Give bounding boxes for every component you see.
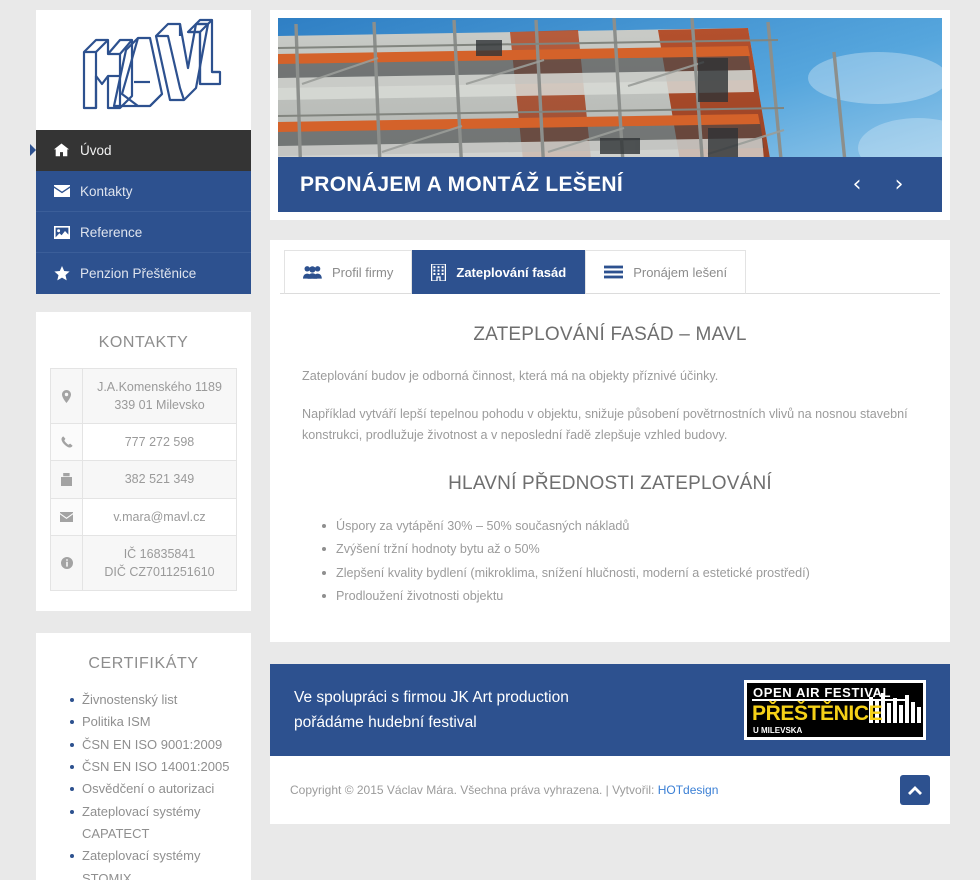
site-footer: Copyright © 2015 Václav Mára. Všechna pr… (270, 756, 950, 825)
festival-line-1: Ve spolupráci s firmou JK Art production (294, 689, 569, 707)
main-content: PRONÁJEM A MONTÁŽ LEŠENÍ ‹ › Profil firm… (270, 10, 950, 880)
users-icon (303, 265, 322, 279)
tab-label: Profil firmy (332, 264, 394, 280)
certificates-panel: CERTIFIKÁTY Živnostenský list Politika I… (36, 632, 251, 880)
sidebar-item-uvod[interactable]: Úvod (36, 130, 251, 171)
table-row: J.A.Komenského 1189 339 01 Milevsko (50, 367, 237, 425)
copyright-label: Copyright © 2015 Václav Mára. Všechna pr… (290, 783, 658, 798)
sidebar-item-reference[interactable]: Reference (36, 212, 251, 253)
hero-next-button[interactable]: › (878, 173, 920, 196)
certificates-list: Živnostenský list Politika ISM ČSN EN IS… (50, 689, 237, 880)
table-row: IČ 16835841 DIČ CZ7011251610 (50, 534, 237, 591)
contact-line-2: DIČ CZ7011251610 (104, 564, 215, 579)
star-icon (54, 266, 80, 281)
list-item: Osvědčení o autorizaci (70, 778, 237, 800)
hero-prev-button[interactable]: ‹ (836, 173, 878, 196)
table-row: 382 521 349 (50, 460, 237, 499)
copyright-text: Copyright © 2015 Václav Mára. Všechna pr… (290, 783, 900, 797)
tab-label: Zateplování fasád (456, 265, 567, 280)
content-paragraph-2: Například vytváří lepší tepelnou pohodu … (302, 406, 908, 443)
chevron-up-icon (908, 785, 922, 795)
site-logo[interactable] (36, 10, 251, 130)
festival-banner: Ve spolupráci s firmou JK Art production… (270, 664, 950, 757)
list-item: Zateplovací systémy CAPATECT (70, 801, 237, 846)
bars-icon (604, 265, 624, 279)
envelope-icon (50, 497, 83, 536)
content-heading-1: ZATEPLOVÁNÍ FASÁD – MAVL (473, 324, 747, 345)
content-heading-2: HLAVNÍ PŘEDNOSTI ZATEPLOVÁNÍ (448, 472, 772, 494)
contact-value: 777 272 598 (82, 423, 237, 462)
festival-logo-main: PŘEŠTĚNICE (752, 701, 883, 725)
contact-value: IČ 16835841 DIČ CZ7011251610 (82, 534, 237, 591)
list-item: Prodloužení životnosti objektu (322, 585, 918, 608)
tab-zateplovani-fasad[interactable]: Zateplování fasád (412, 250, 586, 294)
sidebar-item-penzion-prestenice[interactable]: Penzion Přeštěnice (36, 253, 251, 294)
sidebar-item-label: Reference (80, 224, 143, 240)
sidebar-nav: Úvod Kontakty Reference Penzion Přeštěni… (36, 130, 251, 294)
tab-pronajem-leseni[interactable]: Pronájem lešení (585, 250, 747, 294)
list-item: Zlepšení kvality bydlení (mikroklima, sn… (322, 562, 918, 585)
envelope-icon (54, 185, 80, 197)
contact-value: 382 521 349 (82, 460, 237, 499)
building-icon (431, 264, 447, 281)
tabs-card: Profil firmy Zateplování fasád Pronájem … (270, 240, 950, 643)
image-icon (54, 225, 80, 239)
list-item: ČSN EN ISO 9001:2009 (70, 734, 237, 756)
open-air-festival-prestenice-logo-icon: OPEN AIR FESTIVAL PŘEŠTĚNICE U MILEVSKA (747, 683, 923, 738)
author-link[interactable]: HOTdesign (658, 783, 719, 797)
festival-logo-top: OPEN AIR FESTIVAL (753, 685, 891, 700)
certificates-title: CERTIFIKÁTY (88, 654, 199, 672)
hero-title: PRONÁJEM A MONTÁŽ LEŠENÍ (300, 172, 623, 196)
festival-logo[interactable]: OPEN AIR FESTIVAL PŘEŠTĚNICE U MILEVSKA (744, 680, 926, 741)
contacts-panel: KONTAKTY J.A.Komenského 1189 339 01 Mile… (36, 312, 251, 611)
festival-text: Ve spolupráci s firmou JK Art production… (294, 685, 744, 735)
home-icon (54, 143, 80, 157)
list-item: Zvýšení tržní hodnoty bytu až o 50% (322, 538, 918, 561)
sidebar-item-kontakty[interactable]: Kontakty (36, 171, 251, 212)
tab-label: Pronájem lešení (633, 264, 728, 280)
sidebar-item-label: Úvod (80, 142, 112, 158)
sidebar-item-label: Kontakty (80, 183, 133, 199)
tab-profil-firmy[interactable]: Profil firmy (284, 250, 413, 294)
table-row: 777 272 598 (50, 423, 237, 462)
contact-value: v.mara@mavl.cz (82, 497, 237, 536)
contact-value: J.A.Komenského 1189 339 01 Milevsko (82, 367, 237, 425)
list-item: Úspory za vytápění 30% – 50% současných … (322, 515, 918, 538)
tab-list: Profil firmy Zateplování fasád Pronájem … (280, 250, 940, 294)
sidebar-item-label: Penzion Přeštěnice (80, 266, 197, 281)
list-item: ČSN EN ISO 14001:2005 (70, 756, 237, 778)
contact-line-1: IČ 16835841 (123, 546, 196, 561)
info-icon (50, 534, 83, 591)
mavl-logo-icon (82, 18, 221, 110)
list-item: Živnostenský list (70, 689, 237, 711)
phone-icon (50, 423, 83, 462)
fax-icon (50, 460, 83, 499)
tab-panel-zateplovani: ZATEPLOVÁNÍ FASÁD – MAVL Zateplování bud… (280, 294, 940, 642)
map-pin-icon (50, 367, 83, 425)
hero-inner: PRONÁJEM A MONTÁŽ LEŠENÍ ‹ › (278, 18, 942, 212)
content-paragraph-1: Zateplování budov je odborná činnost, kt… (302, 369, 719, 383)
hero-caption: PRONÁJEM A MONTÁŽ LEŠENÍ ‹ › (278, 157, 942, 212)
advantages-list: Úspory za vytápění 30% – 50% současných … (302, 515, 918, 608)
contacts-title: KONTAKTY (98, 334, 189, 351)
sidebar: Úvod Kontakty Reference Penzion Přeštěni… (36, 10, 251, 880)
contacts-table: J.A.Komenského 1189 339 01 Milevsko 777 … (50, 367, 237, 591)
table-row: v.mara@mavl.cz (50, 497, 237, 536)
list-item: Politika ISM (70, 711, 237, 733)
contact-line-2: 339 01 Milevsko (114, 398, 205, 413)
hero-slider: PRONÁJEM A MONTÁŽ LEŠENÍ ‹ › (270, 10, 950, 220)
list-item: Zateplovací systémy STOMIX (70, 845, 237, 880)
back-to-top-button[interactable] (900, 775, 930, 806)
page-root: Úvod Kontakty Reference Penzion Přeštěni… (0, 0, 980, 880)
festival-line-2: pořádáme hudební festival (294, 714, 477, 732)
contact-line-1: J.A.Komenského 1189 (97, 380, 222, 394)
festival-logo-bottom: U MILEVSKA (753, 726, 803, 735)
